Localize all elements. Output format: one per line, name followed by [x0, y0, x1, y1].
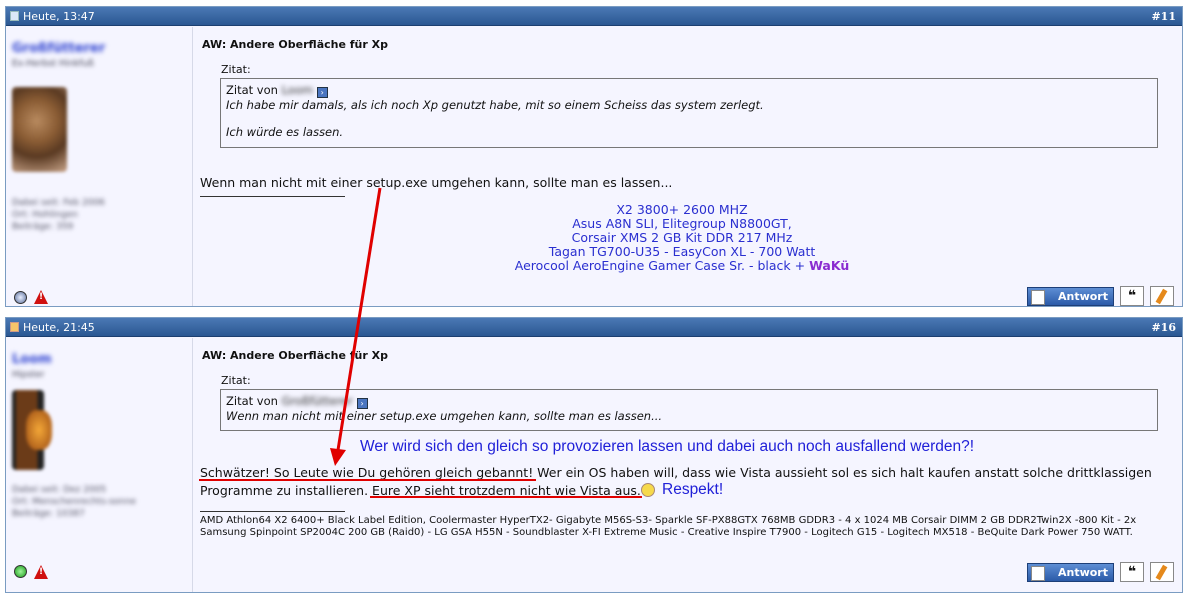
red-arrow	[330, 187, 382, 466]
